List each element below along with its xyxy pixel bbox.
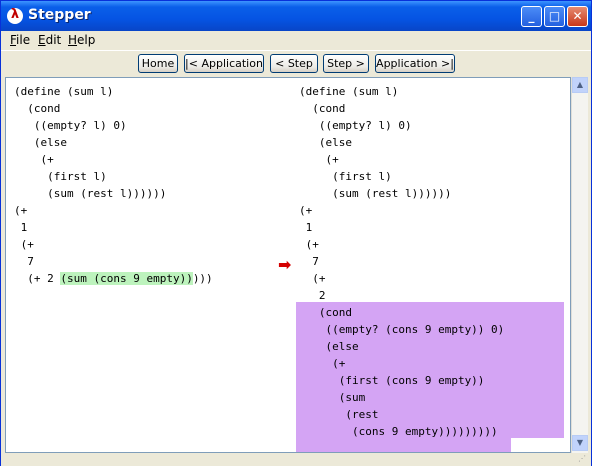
prev-step-button[interactable]: < Step [270, 54, 318, 73]
contractum-line: (rest [345, 408, 379, 421]
after-code-line: (+ [299, 204, 313, 217]
before-code-line: ((empty? l) 0) [33, 119, 127, 132]
menu-help-mnemonic: H [68, 33, 78, 47]
title-bar[interactable]: Stepper _ □ ✕ [1, 1, 591, 31]
before-code-line: (else [33, 136, 67, 149]
after-code-line: (+ [325, 153, 339, 166]
before-code-line: (cond [27, 102, 61, 115]
status-strip: ⋰ [1, 453, 591, 466]
minimize-button[interactable]: _ [521, 6, 542, 27]
menu-file-label: ile [16, 33, 31, 47]
scroll-up-icon[interactable]: ▲ [572, 77, 588, 93]
step-arrow-icon: ➡ [278, 255, 292, 274]
contractum-line: (cons 9 empty))))))))) [299, 425, 498, 438]
maximize-icon: □ [548, 9, 561, 23]
after-code-line: (+ [312, 272, 326, 285]
after-code-line: 7 [312, 255, 319, 268]
stepper-window: Stepper _ □ ✕ File Edit Help Home |< App… [0, 0, 592, 466]
after-code-line: (sum (rest l)))))) [332, 187, 452, 200]
scroll-down-icon[interactable]: ▼ [572, 435, 588, 451]
contractum-line: ((empty? (cons 9 empty)) 0) [325, 323, 505, 336]
redex-tail: ))) [192, 272, 213, 285]
close-icon: ✕ [572, 9, 583, 23]
contractum-highlight-tail [296, 438, 511, 452]
resize-grip-icon[interactable]: ⋰ [578, 454, 589, 465]
next-step-button[interactable]: Step > [323, 54, 369, 73]
redex: (sum (cons 9 empty)) [60, 272, 193, 285]
menu-file[interactable]: File [10, 33, 30, 47]
after-code-line: (cond [312, 102, 346, 115]
before-code-line: (+ [14, 204, 28, 217]
before-code-line: (+ [20, 238, 34, 251]
after-code-line: (first l) [332, 170, 392, 183]
before-expression: (define (sum l) (cond ((empty? l) 0) (el… [14, 83, 213, 287]
vertical-scrollbar[interactable]: ▲ ▼ [571, 77, 588, 453]
menu-edit-mnemonic: E [38, 33, 46, 47]
after-code-line: (+ [305, 238, 319, 251]
before-code-line: (+ [40, 153, 54, 166]
before-code-lines: (define (sum l) (cond ((empty? l) 0) (el… [14, 85, 166, 285]
after-code-line: 2 [318, 289, 326, 302]
contractum: (cond ((empty? (cons 9 empty)) 0) (else … [299, 306, 504, 438]
contractum-line: (+ [332, 357, 346, 370]
menu-edit-label: dit [45, 33, 62, 47]
before-code-line: (define (sum l) [14, 85, 114, 98]
after-code-line: (define (sum l) [299, 85, 399, 98]
after-code-line: 1 [305, 221, 313, 234]
before-code-line: (first l) [47, 170, 107, 183]
contractum-line: (sum [338, 391, 366, 404]
toolbar-divider [1, 50, 591, 51]
contractum-line: (cond [318, 306, 352, 319]
before-code-line: 7 [27, 255, 34, 268]
prev-application-button[interactable]: |< Application [184, 54, 264, 73]
menu-bar: File Edit Help [1, 31, 591, 49]
before-code-line: (sum (rest l)))))) [47, 187, 167, 200]
menu-help-label: elp [77, 33, 96, 47]
contractum-line: (else [325, 340, 359, 353]
after-expression: (define (sum l) (cond ((empty? l) 0) (el… [299, 83, 504, 440]
window-title: Stepper [28, 7, 91, 23]
menu-edit[interactable]: Edit [38, 33, 61, 47]
stepper-pane[interactable]: (define (sum l) (cond ((empty? l) 0) (el… [5, 77, 571, 453]
contractum-line: (first (cons 9 empty)) [338, 374, 485, 387]
after-code-line: (else [318, 136, 352, 149]
menu-help[interactable]: Help [68, 33, 95, 47]
minimize-icon: _ [528, 9, 535, 23]
close-button[interactable]: ✕ [567, 6, 588, 27]
before-code-line: (+ 2 [14, 272, 61, 285]
after-code-lines: (define (sum l) (cond ((empty? l) 0) (el… [299, 85, 451, 302]
next-application-button[interactable]: Application >| [375, 54, 455, 73]
app-lambda-icon [7, 7, 23, 24]
maximize-button[interactable]: □ [544, 6, 565, 27]
before-code-line: 1 [20, 221, 28, 234]
home-button[interactable]: Home [138, 54, 178, 73]
after-code-line: ((empty? l) 0) [318, 119, 412, 132]
